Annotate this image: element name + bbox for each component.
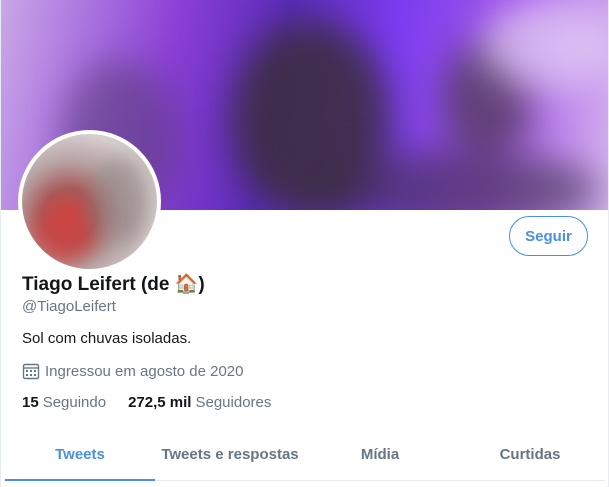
tab-media[interactable]: Mídia (305, 428, 455, 480)
profile-bio: Sol com chuvas isoladas. (22, 330, 192, 347)
tab-tweets-and-replies[interactable]: Tweets e respostas (155, 428, 305, 480)
profile-tabs: Tweets Tweets e respostas Mídia Curtidas (5, 428, 605, 481)
following-link[interactable]: 15 Seguindo (22, 394, 106, 411)
followers-link[interactable]: 272,5 mil Seguidores (128, 394, 271, 411)
calendar-icon (22, 362, 40, 380)
tab-tweets[interactable]: Tweets (5, 428, 155, 481)
following-label: Seguindo (42, 394, 107, 411)
profile-stats: 15 Seguindo 272,5 mil Seguidores (22, 394, 271, 411)
joined-date: Ingressou em agosto de 2020 (22, 362, 243, 380)
follow-button[interactable]: Seguir (509, 216, 588, 256)
following-count: 15 (22, 394, 39, 411)
avatar[interactable] (18, 130, 161, 273)
tab-likes[interactable]: Curtidas (455, 428, 605, 480)
profile-name: Tiago Leifert (de 🏠) (22, 274, 205, 295)
profile-card: Seguir Tiago Leifert (de 🏠) @TiagoLeifer… (0, 0, 609, 487)
profile-handle: @TiagoLeifert (22, 298, 116, 315)
followers-count: 272,5 mil (128, 394, 192, 411)
followers-label: Seguidores (195, 394, 272, 411)
joined-label: Ingressou em agosto de 2020 (45, 362, 244, 380)
